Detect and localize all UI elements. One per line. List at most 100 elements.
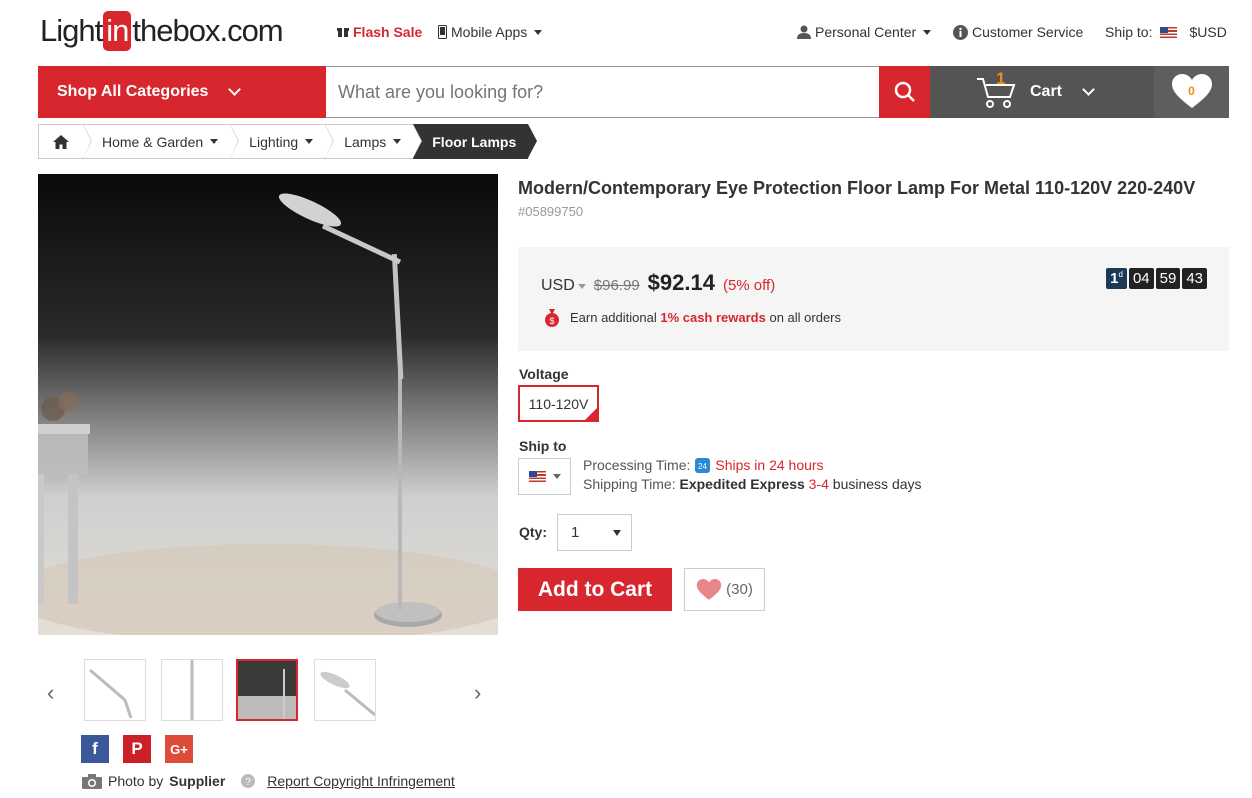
current-price: $92.14 <box>647 270 715 295</box>
currency-code: USD <box>541 277 575 294</box>
quantity-select[interactable]: 1 <box>557 514 632 551</box>
help-icon: ? <box>241 774 256 788</box>
shipping-days: 3-4 <box>808 476 829 492</box>
search-button[interactable] <box>879 66 930 118</box>
camera-icon <box>82 773 102 789</box>
processing-time-value: Ships in 24 hours <box>715 457 824 473</box>
thumbnail-image <box>320 671 375 717</box>
thumbnail-image <box>190 660 194 720</box>
thumbnail-next-arrow[interactable]: › <box>474 680 481 706</box>
heart-icon: 0 <box>1171 74 1212 110</box>
chevron-down-icon <box>577 283 586 289</box>
chevron-down-icon <box>228 82 242 96</box>
add-to-wishlist-button[interactable]: (30) <box>684 568 765 611</box>
cash-rewards-prefix: Earn additional <box>570 309 661 325</box>
breadcrumb-label: Floor Lamps <box>432 133 517 150</box>
customer-service-label: Customer Service <box>972 24 1084 40</box>
ship-to-currency-menu[interactable]: Ship to: $USD <box>1105 24 1227 40</box>
thumbnail[interactable] <box>314 659 376 721</box>
chevron-down-icon <box>305 139 314 144</box>
svg-text:$: $ <box>549 316 554 326</box>
chevron-down-icon <box>210 139 219 144</box>
flash-sale-link[interactable]: Flash Sale <box>337 24 422 40</box>
processing-time-row: Processing Time: 24 Ships in 24 hours <box>583 456 922 475</box>
timer-days-unit: d <box>1118 270 1123 279</box>
shop-all-categories-button[interactable]: Shop All Categories <box>38 66 326 118</box>
supplier-label: Supplier <box>169 773 226 789</box>
googleplus-share-icon[interactable]: G+ <box>165 735 193 763</box>
thumbnail[interactable] <box>84 659 146 721</box>
product-title-text: Modern/Contemporary Eye Protection Floor… <box>518 178 1196 198</box>
voltage-option-selected[interactable]: 110-120V <box>518 385 599 422</box>
us-flag-icon <box>1160 26 1178 38</box>
currency-select[interactable]: USD <box>541 277 586 295</box>
heart-icon <box>696 578 722 600</box>
chevron-down-icon <box>1082 83 1095 96</box>
breadcrumb-item[interactable]: Home & Garden <box>83 124 240 159</box>
cart-count: 1 <box>996 69 1006 88</box>
old-price: $96.99 <box>593 277 640 294</box>
shipping-info: Processing Time: 24 Ships in 24 hours Sh… <box>583 456 922 494</box>
discount-badge: (5% off) <box>722 277 776 294</box>
thumbnail-selected[interactable] <box>236 659 298 721</box>
breadcrumb-label: Lamps <box>344 133 387 150</box>
photo-by-label: Photo by <box>108 773 164 789</box>
ship-to-label: Ship to <box>519 438 567 454</box>
report-copyright-link[interactable]: Report Copyright Infringement <box>267 773 455 789</box>
svg-text:?: ? <box>246 777 252 788</box>
quantity-value: 1 <box>571 524 580 541</box>
chevron-down-icon <box>613 530 621 536</box>
product-sku: #05899750 <box>518 204 584 219</box>
timer-minutes: 59 <box>1155 268 1181 289</box>
pinterest-share-icon[interactable]: P <box>123 735 151 763</box>
processing-time-label: Processing Time: <box>583 457 691 473</box>
phone-icon <box>438 25 447 39</box>
ship-to-label: Ship to: <box>1105 24 1153 40</box>
wishlist-count: 0 <box>1188 84 1195 98</box>
wishlist-button[interactable]: 0 <box>1154 66 1229 118</box>
logo-text-in: in <box>103 11 132 51</box>
shipping-time-row: Shipping Time: Expedited Express 3-4 bus… <box>583 475 922 494</box>
flash-sale-label: Flash Sale <box>353 24 423 40</box>
logo-text: Light <box>40 13 103 48</box>
breadcrumb-item[interactable]: Lamps <box>325 124 423 159</box>
breadcrumb-home[interactable] <box>38 124 92 159</box>
search-input[interactable] <box>326 66 879 118</box>
logo-text-thebox: thebox <box>132 13 220 48</box>
cart-icon: 1 <box>976 69 1018 109</box>
thumbnail[interactable] <box>161 659 223 721</box>
cash-rewards-highlight: 1% cash rewards <box>660 309 766 325</box>
product-main-image[interactable] <box>38 174 498 635</box>
personal-center-menu[interactable]: Personal Center <box>797 24 932 40</box>
shipping-time-label: Shipping Time: <box>583 476 676 492</box>
thumbnail-prev-arrow[interactable]: ‹ <box>47 680 54 706</box>
voltage-label: Voltage <box>519 366 569 382</box>
cart-button[interactable]: 1 Cart <box>930 66 1154 118</box>
ship-to-country-select[interactable] <box>518 458 571 495</box>
add-to-cart-button[interactable]: Add to Cart <box>518 568 672 611</box>
product-title: Modern/Contemporary Eye Protection Floor… <box>518 177 1218 223</box>
facebook-share-icon[interactable]: f <box>81 735 109 763</box>
photo-credit: Photo by Supplier ? Report Copyright Inf… <box>82 773 455 789</box>
breadcrumb-current: Floor Lamps <box>413 124 538 159</box>
site-logo[interactable]: Light in thebox .com <box>40 8 284 54</box>
customer-service-link[interactable]: Customer Service <box>953 24 1083 40</box>
cart-label: Cart <box>1030 83 1063 100</box>
breadcrumb-item[interactable]: Lighting <box>230 124 335 159</box>
info-icon <box>953 24 968 40</box>
price-row: USD $96.99 $92.14 (5% off) <box>541 270 775 296</box>
shipping-method: Expedited Express <box>679 476 805 492</box>
chevron-down-icon <box>923 29 932 35</box>
mobile-apps-label: Mobile Apps <box>451 24 528 40</box>
us-flag-icon <box>528 471 546 482</box>
price-box: USD $96.99 $92.14 (5% off) 1d 04 59 43 $ Ea… <box>518 247 1229 351</box>
qty-label: Qty: <box>519 524 547 540</box>
personal-center-label: Personal Center <box>815 24 917 40</box>
chevron-down-icon <box>534 29 543 35</box>
cash-rewards-suffix: on all orders <box>765 309 842 325</box>
wishlist-count: (30) <box>726 581 753 598</box>
breadcrumb: Home & Garden Lighting Lamps Floor Lamps <box>38 124 538 159</box>
mobile-apps-menu[interactable]: Mobile Apps <box>438 24 543 40</box>
user-icon <box>797 25 811 39</box>
timer-seconds: 43 <box>1182 268 1207 289</box>
